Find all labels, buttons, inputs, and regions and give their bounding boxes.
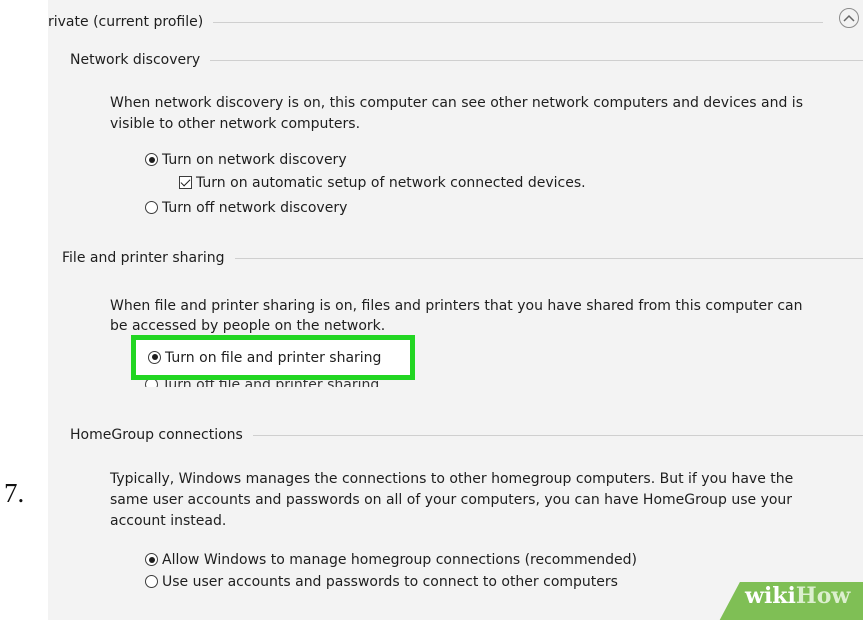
network-discovery-title: Network discovery xyxy=(70,52,201,68)
wikihow-watermark: wikiHow xyxy=(745,583,851,609)
radio-selected-icon xyxy=(148,350,161,364)
homegroup-title: HomeGroup connections xyxy=(70,427,243,443)
radio-turn-on-file-sharing[interactable]: Turn on file and printer sharing xyxy=(148,348,381,368)
radio-selected-icon xyxy=(145,153,158,166)
highlight-box: Turn on file and printer sharing xyxy=(131,335,415,380)
profile-divider xyxy=(213,21,823,23)
advanced-sharing-panel: rivate (current profile) Network discove… xyxy=(48,0,863,620)
radio-label: Allow Windows to manage homegroup connec… xyxy=(162,552,637,568)
homegroup-header: HomeGroup connections xyxy=(70,425,863,445)
radio-unselected-icon xyxy=(145,201,158,214)
network-discovery-divider xyxy=(210,59,863,61)
network-discovery-header: Network discovery xyxy=(70,50,863,70)
checkbox-automatic-setup[interactable]: Turn on automatic setup of network conne… xyxy=(179,173,586,193)
step-number: 7. xyxy=(4,478,25,508)
radio-label: Turn on file and printer sharing xyxy=(165,349,382,366)
chevron-up-icon xyxy=(843,14,855,22)
checkbox-label: Turn on automatic setup of network conne… xyxy=(196,175,586,191)
radio-label: Turn on network discovery xyxy=(162,152,347,168)
homegroup-divider xyxy=(252,434,863,436)
file-sharing-description-2: be accessed by people on the network. xyxy=(110,318,386,334)
file-sharing-title: File and printer sharing xyxy=(62,250,225,266)
file-sharing-divider xyxy=(234,257,863,259)
network-discovery-description-2: visible to other network computers. xyxy=(110,116,361,132)
radio-use-user-accounts[interactable]: Use user accounts and passwords to conne… xyxy=(145,572,618,592)
checkbox-checked-icon xyxy=(179,176,192,189)
profile-title: rivate (current profile) xyxy=(48,14,204,30)
radio-turn-off-network-discovery[interactable]: Turn off network discovery xyxy=(145,198,347,218)
homegroup-description-2: same user accounts and passwords on all … xyxy=(110,492,793,508)
radio-selected-icon xyxy=(145,553,158,566)
radio-label: Use user accounts and passwords to conne… xyxy=(162,574,618,590)
file-sharing-description-1: When file and printer sharing is on, fil… xyxy=(110,298,803,314)
radio-unselected-icon xyxy=(145,575,158,588)
homegroup-description-3: account instead. xyxy=(110,513,227,529)
network-discovery-description-1: When network discovery is on, this compu… xyxy=(110,95,803,111)
profile-section-header: rivate (current profile) xyxy=(48,12,823,32)
file-sharing-header: File and printer sharing xyxy=(62,248,863,268)
radio-turn-on-network-discovery[interactable]: Turn on network discovery xyxy=(145,150,347,170)
radio-label: Turn off network discovery xyxy=(162,200,348,216)
radio-allow-windows-manage[interactable]: Allow Windows to manage homegroup connec… xyxy=(145,550,637,570)
collapse-button[interactable] xyxy=(839,8,859,28)
homegroup-description-1: Typically, Windows manages the connectio… xyxy=(110,471,794,487)
